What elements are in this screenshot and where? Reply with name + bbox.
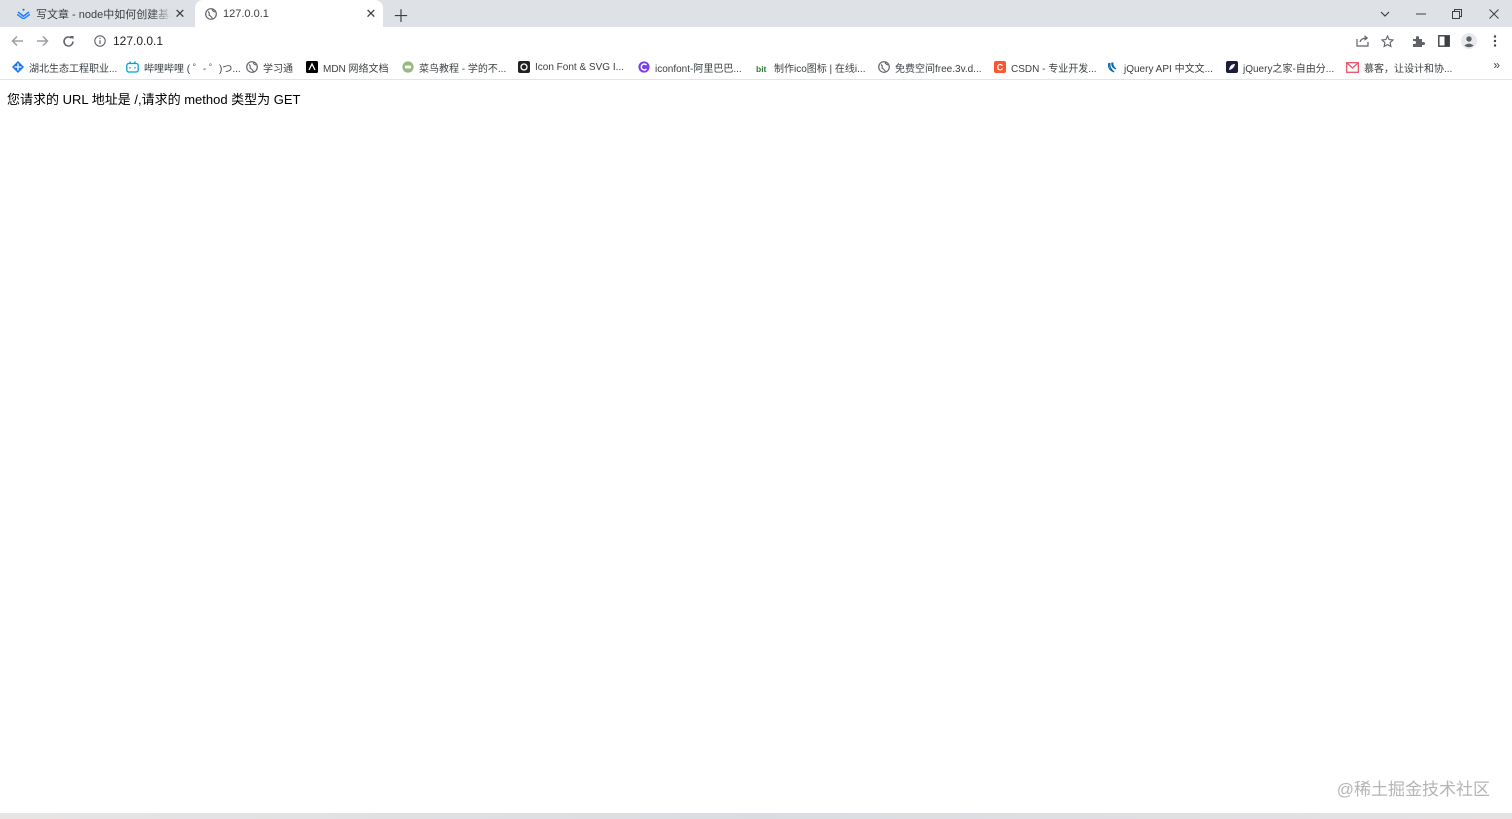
bookmark-item[interactable]: jQuery API 中文文... bbox=[1106, 59, 1213, 75]
bookmark-star-button[interactable] bbox=[1377, 31, 1397, 51]
address-bar[interactable]: 127.0.0.1 bbox=[86, 29, 1406, 53]
bookmark-item[interactable]: C CSDN - 专业开发... bbox=[993, 59, 1097, 75]
juejin-icon bbox=[17, 7, 30, 20]
bookmark-item[interactable]: 湖北生态工程职业... bbox=[11, 59, 117, 75]
close-icon bbox=[1489, 8, 1499, 19]
bookmark-item[interactable]: MDN 网络文档 bbox=[305, 59, 389, 75]
csdn-icon: C bbox=[993, 61, 1006, 74]
avatar-icon bbox=[1461, 33, 1477, 49]
new-tab-button[interactable]: ＋ bbox=[391, 4, 411, 26]
globe-icon bbox=[245, 61, 258, 74]
menu-button[interactable] bbox=[1485, 31, 1505, 51]
bookmarks-bar: 湖北生态工程职业... 哔哩哔哩 ( ゜- ゜)つ... 学习通 MDN 网络文… bbox=[0, 54, 1512, 80]
bookmark-item[interactable]: 学习通 bbox=[245, 59, 293, 75]
iconfont-svg-icon bbox=[517, 61, 530, 74]
more-vert-icon bbox=[1493, 35, 1497, 47]
restore-button[interactable] bbox=[1439, 0, 1475, 27]
close-icon[interactable]: ✕ bbox=[172, 6, 188, 22]
profile-button[interactable] bbox=[1459, 31, 1479, 51]
watermark: @稀土掘金技术社区 bbox=[1336, 780, 1490, 799]
tab-localhost[interactable]: 127.0.0.1 ✕ bbox=[195, 0, 383, 27]
tab-strip: 写文章 - node中如何创建基本的 ✕ 127.0.0.1 ✕ ＋ bbox=[0, 0, 1512, 27]
side-panel-button[interactable] bbox=[1434, 31, 1454, 51]
browser-toolbar: 127.0.0.1 bbox=[0, 27, 1512, 54]
url-text[interactable]: 127.0.0.1 bbox=[113, 34, 163, 48]
tab-title: 写文章 - node中如何创建基本的 bbox=[36, 8, 172, 21]
bookmark-item[interactable]: Icon Font & SVG I... bbox=[517, 59, 624, 75]
svg-text:C: C bbox=[996, 63, 1003, 73]
bookmark-item[interactable]: jQuery之家-自由分... bbox=[1225, 59, 1334, 75]
bitbug-icon: bit bbox=[756, 61, 769, 74]
back-arrow-icon bbox=[10, 35, 23, 47]
puzzle-icon bbox=[1412, 35, 1425, 47]
bilibili-icon bbox=[126, 61, 139, 74]
mockplus-icon bbox=[1346, 61, 1359, 74]
jquery-icon bbox=[1106, 61, 1119, 74]
iconfont-icon bbox=[637, 61, 650, 74]
bookmark-item[interactable]: 慕客，让设计和协... bbox=[1346, 59, 1452, 75]
info-icon[interactable] bbox=[93, 35, 106, 48]
bookmark-item[interactable]: 菜鸟教程 - 学的不... bbox=[401, 59, 506, 75]
close-window-button[interactable] bbox=[1476, 0, 1512, 27]
htmleaf-icon bbox=[1225, 61, 1238, 74]
forward-arrow-icon bbox=[36, 35, 49, 47]
minimize-button[interactable] bbox=[1403, 0, 1439, 27]
share-icon bbox=[1355, 35, 1369, 47]
bookmark-item[interactable]: iconfont-阿里巴巴... bbox=[637, 59, 742, 75]
school-icon bbox=[11, 61, 24, 74]
share-button[interactable] bbox=[1352, 31, 1372, 51]
side-panel-icon bbox=[1438, 35, 1450, 47]
reload-icon bbox=[62, 35, 74, 47]
minimize-icon bbox=[1416, 13, 1426, 14]
chevron-down-icon bbox=[1380, 11, 1390, 17]
star-icon bbox=[1380, 34, 1394, 48]
svg-text:bit: bit bbox=[756, 64, 767, 73]
runoob-icon bbox=[401, 61, 414, 74]
globe-icon bbox=[204, 7, 217, 20]
response-message: 您请求的 URL 地址是 /,请求的 method 类型为 GET bbox=[7, 92, 301, 107]
taskbar-edge bbox=[0, 813, 1512, 819]
mdn-icon bbox=[305, 61, 318, 74]
reload-button[interactable] bbox=[58, 31, 78, 51]
extensions-button[interactable] bbox=[1408, 31, 1428, 51]
bookmark-item[interactable]: bit 制作ico图标 | 在线i... bbox=[756, 59, 866, 75]
bookmarks-overflow-button[interactable]: » bbox=[1493, 58, 1500, 72]
bookmark-item[interactable]: 免费空间free.3v.d... bbox=[877, 59, 982, 75]
restore-icon bbox=[1452, 8, 1462, 19]
close-icon[interactable]: ✕ bbox=[363, 6, 379, 22]
back-button[interactable] bbox=[7, 31, 27, 51]
tab-juejin-editor[interactable]: 写文章 - node中如何创建基本的 ✕ bbox=[8, 0, 192, 27]
forward-button[interactable] bbox=[32, 31, 52, 51]
tab-search-button[interactable] bbox=[1367, 0, 1403, 27]
tab-title: 127.0.0.1 bbox=[223, 7, 269, 20]
globe-icon bbox=[877, 61, 890, 74]
bookmark-item[interactable]: 哔哩哔哩 ( ゜- ゜)つ... bbox=[126, 59, 241, 75]
